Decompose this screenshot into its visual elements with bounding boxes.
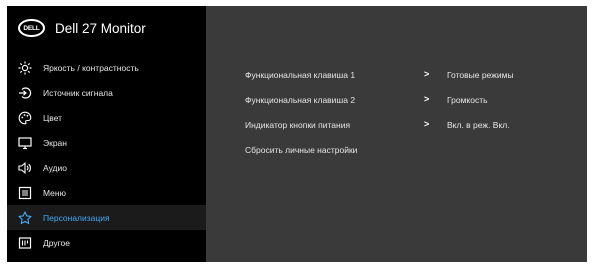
sidebar-item-menu[interactable]: Меню <box>7 180 206 205</box>
sidebar: DELL Dell 27 Monitor Яркость / контрастн… <box>7 6 206 262</box>
audio-icon <box>18 161 32 175</box>
input-source-icon <box>18 86 32 100</box>
chevron-right-icon: > <box>424 94 430 104</box>
sidebar-item-personalization[interactable]: Персонализация <box>7 205 206 230</box>
sidebar-item-label: Источник сигнала <box>43 87 113 98</box>
sidebar-item-other[interactable]: Другое <box>7 230 206 255</box>
sidebar-item-label: Цвет <box>43 112 63 123</box>
sidebar-item-input-source[interactable]: Источник сигнала <box>7 80 206 105</box>
setting-label: Индикатор кнопки питания <box>245 120 351 130</box>
setting-label: Функциональная клавиша 2 <box>245 95 356 105</box>
sidebar-item-label: Аудио <box>43 162 67 173</box>
monitor-osd: DELL Dell 27 Monitor Яркость / контрастн… <box>7 6 587 262</box>
chevron-right-icon: > <box>424 69 430 79</box>
sidebar-item-label: Яркость / контрастность <box>43 62 139 73</box>
osd-header: DELL Dell 27 Monitor <box>7 6 206 50</box>
sidebar-item-label: Другое <box>43 237 71 248</box>
dell-logo: DELL <box>18 19 45 37</box>
sidebar-item-label: Экран <box>43 137 67 148</box>
setting-row-function-key-1[interactable]: Функциональная клавиша 1 > Готовые режим… <box>206 65 587 85</box>
setting-label: Сбросить личные настройки <box>245 145 358 155</box>
settings-panel: Функциональная клавиша 1 > Готовые режим… <box>206 6 587 262</box>
main-menu: Яркость / контрастность Источник сигнала… <box>7 55 206 255</box>
chevron-right-icon: > <box>424 119 430 129</box>
sidebar-item-display[interactable]: Экран <box>7 130 206 155</box>
display-icon <box>18 136 32 150</box>
sidebar-item-audio[interactable]: Аудио <box>7 155 206 180</box>
setting-value: Готовые режимы <box>447 70 514 80</box>
setting-row-power-led[interactable]: Индикатор кнопки питания > Вкл. в реж. В… <box>206 115 587 135</box>
other-icon <box>18 236 32 250</box>
setting-value: Вкл. в реж. Вкл. <box>447 120 510 130</box>
sidebar-item-brightness-contrast[interactable]: Яркость / контрастность <box>7 55 206 80</box>
menu-icon <box>18 186 32 200</box>
color-icon <box>18 111 32 125</box>
dell-logo-text: DELL <box>23 24 40 32</box>
setting-label: Функциональная клавиша 1 <box>245 70 356 80</box>
setting-row-reset-personalization[interactable]: Сбросить личные настройки <box>206 140 587 160</box>
sidebar-item-label: Персонализация <box>43 212 110 223</box>
sidebar-item-label: Меню <box>43 187 66 198</box>
brightness-icon <box>18 61 32 75</box>
star-icon <box>18 210 32 225</box>
setting-value: Громкость <box>447 95 488 105</box>
monitor-title: Dell 27 Monitor <box>55 20 146 36</box>
sidebar-item-color[interactable]: Цвет <box>7 105 206 130</box>
setting-row-function-key-2[interactable]: Функциональная клавиша 2 > Громкость <box>206 90 587 110</box>
